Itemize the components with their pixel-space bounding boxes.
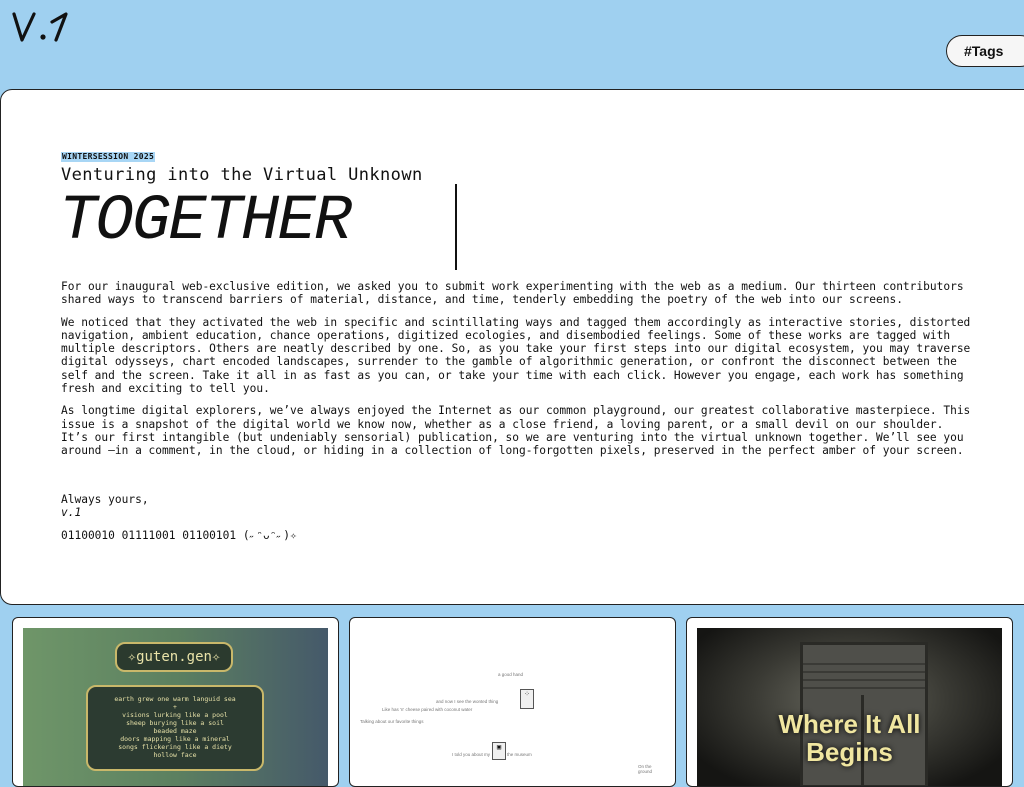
snippet-text: a good hand [498, 672, 524, 677]
signoff: Always yours, v.1 [61, 493, 149, 520]
poem-line: earth grew one warm languid sea [114, 695, 236, 703]
snippet-text: On the ground [638, 764, 653, 774]
work-card-favorite-things[interactable]: a good hand and now I see the wonted thi… [349, 617, 676, 787]
work-title-line: Where It All [778, 709, 921, 739]
playing-card-icon: ⁘ [520, 689, 534, 709]
work-title: Where It All Begins [697, 710, 1002, 766]
poem-line: visions lurking like a pool [122, 711, 228, 719]
signoff-text: Always yours, [61, 493, 149, 506]
poem-line: doors mapping like a mineral [120, 735, 230, 743]
page-title: TOGETHER [59, 186, 352, 258]
work-title: ✧guten.gen✧ [115, 642, 233, 672]
snippet-text: Talking about our favorite things [360, 719, 424, 724]
work-card-where-it-all-begins[interactable]: Where It All Begins [686, 617, 1013, 787]
signature: v.1 [61, 506, 82, 520]
intro-paragraph: For our inaugural web-exclusive edition,… [61, 280, 964, 307]
work-preview: a good hand and now I see the wonted thi… [360, 628, 665, 786]
logo-mark [12, 12, 68, 42]
poem-line: beaded maze [153, 727, 197, 735]
poem-box: earth grew one warm languid sea + vision… [86, 685, 264, 771]
intro-text: For our inaugural web-exclusive edition,… [61, 280, 976, 467]
poem-line: hollow face [153, 751, 197, 759]
intro-paragraph: As longtime digital explorers, we’ve alw… [61, 404, 971, 458]
intro-paragraph: We noticed that they activated the web i… [61, 315, 971, 396]
binary-message: 01100010 01111001 01100101 (˶ᵔᴗᵔ˶)✧ [61, 529, 297, 542]
site-logo[interactable] [12, 10, 74, 44]
poem-line: + [173, 703, 177, 711]
issue-label: WINTERSESSION 2025 [61, 152, 156, 162]
snippet-text: I told you about my [452, 752, 491, 757]
work-preview: ✧guten.gen✧ earth grew one warm languid … [23, 628, 328, 786]
work-preview: Where It All Begins [697, 628, 1002, 786]
intro-card: WINTERSESSION 2025 Venturing into the Vi… [0, 89, 1024, 605]
poem-line: songs flickering like a diety [118, 743, 232, 751]
snippet-text: and now I see the wonted thing [436, 699, 499, 704]
photo-icon: ▣ [492, 742, 506, 760]
snippet-text: Like has 'n' cheese paired with coconut … [382, 707, 473, 712]
text-cursor [455, 184, 457, 270]
snippet-text: the museum [507, 752, 532, 757]
tags-button[interactable]: #Tags [946, 35, 1024, 67]
work-card-guten-gen[interactable]: ✧guten.gen✧ earth grew one warm languid … [12, 617, 339, 787]
page-subtitle: Venturing into the Virtual Unknown [61, 165, 423, 185]
poem-line: sheep burying like a soil [126, 719, 224, 727]
work-title-line: Begins [806, 737, 893, 767]
